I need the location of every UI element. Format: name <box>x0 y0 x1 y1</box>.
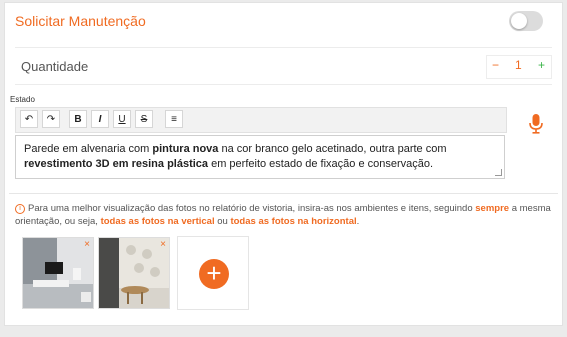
form-card: Solicitar Manutenção Quantidade − 1 + Es… <box>4 2 563 326</box>
quantity-stepper: − 1 + <box>486 55 552 79</box>
add-photo-button[interactable]: + <box>199 259 229 289</box>
microphone-icon[interactable] <box>529 114 543 139</box>
description-editor[interactable]: Parede em alvenaria com pintura nova na … <box>15 135 505 179</box>
list-button[interactable]: ≡ <box>165 110 183 128</box>
info-text: ou <box>214 216 231 227</box>
quantity-label: Quantidade <box>21 59 89 74</box>
info-highlight: sempre <box>475 203 510 214</box>
remove-photo-icon[interactable]: × <box>160 239 166 250</box>
underline-button[interactable]: U <box>113 110 131 128</box>
estado-label: Estado <box>10 95 35 104</box>
maintenance-label: Solicitar Manutenção <box>15 13 146 29</box>
quantity-row: Quantidade − 1 + <box>15 47 552 85</box>
editor-toolbar: ↶ ↷ B I U S ≡ <box>15 107 507 133</box>
quantity-value[interactable]: 1 <box>515 58 522 72</box>
editor-text: na cor branco gelo acetinado, outra part… <box>218 143 447 155</box>
info-text: Para uma melhor visualização das fotos n… <box>28 203 476 214</box>
toggle-knob <box>511 13 527 29</box>
increment-button[interactable]: + <box>538 58 545 72</box>
info-highlight: todas as fotos na horizontal <box>230 216 357 227</box>
decrement-button[interactable]: − <box>492 58 499 72</box>
italic-button[interactable]: I <box>91 110 109 128</box>
undo-button[interactable]: ↶ <box>20 110 38 128</box>
maintenance-row: Solicitar Manutenção <box>15 3 552 39</box>
photo-thumbnail[interactable]: × <box>22 237 94 309</box>
photo-thumbnail[interactable]: × <box>98 237 170 309</box>
remove-photo-icon[interactable]: × <box>84 239 90 250</box>
maintenance-toggle[interactable] <box>509 11 543 31</box>
add-photo-box[interactable]: + <box>177 236 249 310</box>
info-highlight: todas as fotos na vertical <box>100 216 215 227</box>
editor-bold-text: pintura nova <box>152 143 219 155</box>
photo-info: i Para uma melhor visualização das fotos … <box>15 202 555 228</box>
divider <box>9 193 558 194</box>
redo-button[interactable]: ↷ <box>42 110 60 128</box>
bold-button[interactable]: B <box>69 110 87 128</box>
strikethrough-button[interactable]: S <box>135 110 153 128</box>
editor-text: em perfeito estado de fixação e conserva… <box>208 158 434 170</box>
info-text: . <box>356 216 360 227</box>
editor-text: Parede em alvenaria com <box>24 143 153 155</box>
info-icon: i <box>15 204 25 214</box>
editor-bold-text: revestimento 3D em resina plástica <box>24 158 209 170</box>
resize-handle[interactable] <box>495 169 502 176</box>
